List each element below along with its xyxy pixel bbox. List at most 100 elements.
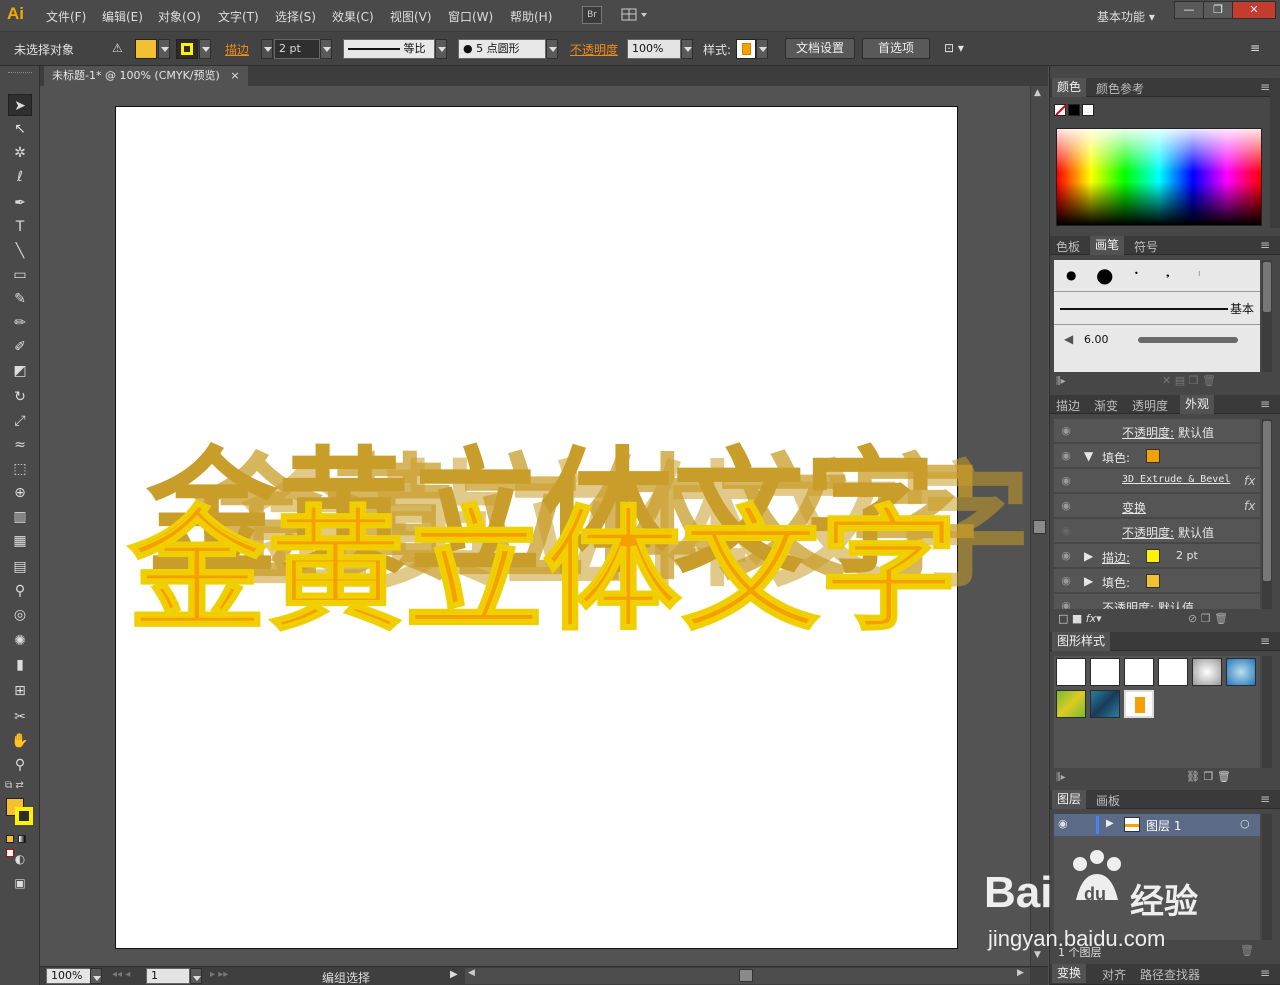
brushes-panel-menu-icon[interactable]: ≡ [1260, 238, 1270, 252]
artboard-nav-first-prev-icon[interactable]: ◂◂ ◂ [112, 969, 130, 980]
appearance-row-fill-2[interactable]: ◉ ▶ 填色: [1054, 569, 1260, 593]
mesh-tool-icon[interactable]: ▦ [8, 530, 32, 552]
fill-opacity-label[interactable]: 不透明度: [1122, 524, 1174, 541]
menu-help[interactable]: 帮助(H) [510, 8, 552, 25]
restore-button[interactable]: ❐ [1203, 1, 1233, 19]
tab-symbols[interactable]: 符号 [1134, 238, 1158, 255]
fill-dropdown[interactable] [158, 39, 170, 59]
appearance-row-transform[interactable]: ◉ 变换 fx [1054, 494, 1260, 518]
tab-artboards[interactable]: 画板 [1096, 792, 1120, 809]
graphic-style-swatch[interactable] [736, 39, 756, 59]
scroll-right-icon[interactable]: ▶ [1017, 968, 1024, 978]
workspace-switcher[interactable]: 基本功能 ▾ [1097, 8, 1155, 25]
tab-transparency[interactable]: 透明度 [1132, 397, 1168, 414]
menu-effect[interactable]: 效果(C) [332, 8, 374, 25]
layers-scrollbar[interactable] [1262, 814, 1272, 940]
hand-tool-icon[interactable]: ✋ [8, 730, 32, 752]
shape-builder-tool-icon[interactable]: ⊕ [8, 482, 32, 504]
style-green-pattern[interactable] [1056, 690, 1086, 718]
visibility-eye-icon[interactable]: ◉ [1059, 549, 1073, 563]
swap-default-colors-icon[interactable]: ⧉ ⇄ [5, 780, 35, 792]
expand-arrow-icon[interactable]: ▶ [1084, 549, 1093, 563]
appearance-row-fill[interactable]: ◉ ▼ 填色: [1054, 444, 1260, 468]
tab-gradient[interactable]: 渐变 [1094, 397, 1118, 414]
artboard-nav-next-last-icon[interactable]: ▸ ▸▸ [210, 969, 228, 980]
color-spectrum[interactable] [1056, 128, 1262, 226]
eyedropper-tool-icon[interactable]: ⚲ [8, 580, 32, 602]
expand-arrow-icon[interactable]: ▶ [1084, 574, 1093, 588]
control-panel-menu-icon[interactable]: ≡ [1250, 41, 1260, 55]
menu-select[interactable]: 选择(S) [275, 8, 316, 25]
stroke-weight-dropdown[interactable] [320, 39, 332, 59]
line-tool-icon[interactable]: ╲ [8, 240, 32, 262]
vertical-scroll-thumb[interactable] [1033, 520, 1046, 534]
brushes-scrollbar[interactable] [1262, 260, 1272, 372]
graphic-style-libraries-icon[interactable]: ⫼▸ [1056, 772, 1066, 783]
paintbrush-tool-icon[interactable]: ✎ [8, 288, 32, 310]
appearance-row-3d[interactable]: ◉ 3D Extrude & Bevel fx [1054, 469, 1260, 493]
close-tab-icon[interactable]: × [230, 69, 239, 82]
perspective-grid-tool-icon[interactable]: ▥ [8, 506, 32, 528]
graphic-style-dropdown[interactable] [756, 39, 768, 59]
black-swatch[interactable] [1068, 104, 1080, 116]
brush-libraries-icon[interactable]: ⫼▸ [1056, 376, 1066, 387]
zoom-tool-icon[interactable]: ⚲ [8, 754, 32, 776]
document-tab[interactable]: 未标题-1* @ 100% (CMYK/预览) × [44, 66, 248, 86]
type-tool-icon[interactable]: T [8, 216, 32, 238]
canvas-area[interactable]: 金黄立体文字 金黄立体文字 金黄立体文字 金黄立体文字 [40, 86, 1031, 966]
appearance-opacity-label[interactable]: 不透明度: [1122, 424, 1174, 441]
menu-window[interactable]: 窗口(W) [448, 8, 493, 25]
visibility-eye-icon[interactable]: ◉ [1059, 499, 1073, 513]
appearance-stroke-label[interactable]: 描边: [1102, 549, 1130, 566]
menu-file[interactable]: 文件(F) [46, 8, 86, 25]
preferences-button[interactable]: 首选项 [862, 38, 930, 59]
appearance-opacity2-label[interactable]: 不透明度: [1102, 599, 1154, 609]
arrange-documents-button[interactable] [620, 6, 650, 24]
tab-appearance[interactable]: 外观 [1180, 395, 1215, 414]
close-window-button[interactable]: ✕ [1232, 1, 1276, 19]
stroke-swatch[interactable] [176, 39, 198, 59]
color-mode-buttons[interactable] [6, 832, 34, 857]
tab-color[interactable]: 颜色 [1052, 78, 1087, 97]
appearance-scrollbar[interactable] [1262, 419, 1272, 609]
tab-color-guide[interactable]: 颜色参考 [1096, 80, 1144, 97]
opacity-label-link[interactable]: 不透明度 [570, 41, 618, 58]
menu-object[interactable]: 对象(O) [158, 8, 201, 25]
none-swatch-icon[interactable] [1054, 104, 1067, 116]
visibility-eye-icon[interactable]: ◉ [1059, 474, 1073, 488]
visibility-eye-icon[interactable]: ◉ [1059, 599, 1073, 609]
vertical-scrollbar[interactable]: ▲ ▼ [1030, 86, 1048, 966]
artboard-number-field[interactable]: 1 [146, 968, 190, 984]
zoom-dropdown[interactable] [90, 968, 102, 984]
tab-align[interactable]: 对齐 [1102, 966, 1126, 983]
brush-tip-tiny[interactable]: • [1134, 269, 1139, 278]
pen-tool-icon[interactable]: ✒ [8, 192, 32, 214]
graphic-styles-scrollbar[interactable] [1262, 656, 1272, 768]
column-graph-tool-icon[interactable]: ▮ [8, 654, 32, 676]
color-panel-scrollbar[interactable] [1270, 78, 1280, 228]
blob-brush-tool-icon[interactable]: ✐ [8, 336, 32, 358]
style-none[interactable] [1158, 658, 1188, 686]
stroke-weight-stepper[interactable] [261, 39, 273, 59]
layer-target-icon[interactable]: ○ [1240, 817, 1250, 830]
appearance-panel-menu-icon[interactable]: ≡ [1260, 397, 1270, 411]
visibility-eye-icon[interactable]: ◉ [1059, 449, 1073, 463]
style-blue-pattern[interactable] [1090, 690, 1120, 718]
appearance-stroke-swatch[interactable] [1146, 549, 1160, 563]
scale-tool-icon[interactable]: ⤢ [8, 410, 32, 432]
stroke-profile-select[interactable]: 等比 [343, 39, 435, 59]
horizontal-scrollbar[interactable]: ◀ ▶ [465, 968, 1030, 984]
brush-tip-oval[interactable]: ❟ [1166, 269, 1170, 279]
visibility-eye-icon[interactable]: ◉ [1059, 424, 1073, 438]
appearance-fill2-swatch[interactable] [1146, 574, 1160, 588]
style-blue-glow[interactable] [1226, 658, 1256, 686]
symbol-sprayer-tool-icon[interactable]: ✺ [8, 630, 32, 652]
basic-brush-stroke[interactable] [1060, 308, 1228, 310]
scroll-left-icon[interactable]: ◀ [468, 968, 475, 978]
warp-tool-icon[interactable]: ≈ [8, 434, 32, 456]
free-transform-tool-icon[interactable]: ⬚ [8, 458, 32, 480]
appearance-row-opacity[interactable]: ◉ 不透明度: 默认值 [1054, 419, 1260, 443]
tab-stroke[interactable]: 描边 [1056, 397, 1080, 414]
direct-selection-tool-icon[interactable]: ↖ [8, 118, 32, 140]
artboard[interactable]: 金黄立体文字 金黄立体文字 金黄立体文字 金黄立体文字 [115, 106, 1031, 949]
